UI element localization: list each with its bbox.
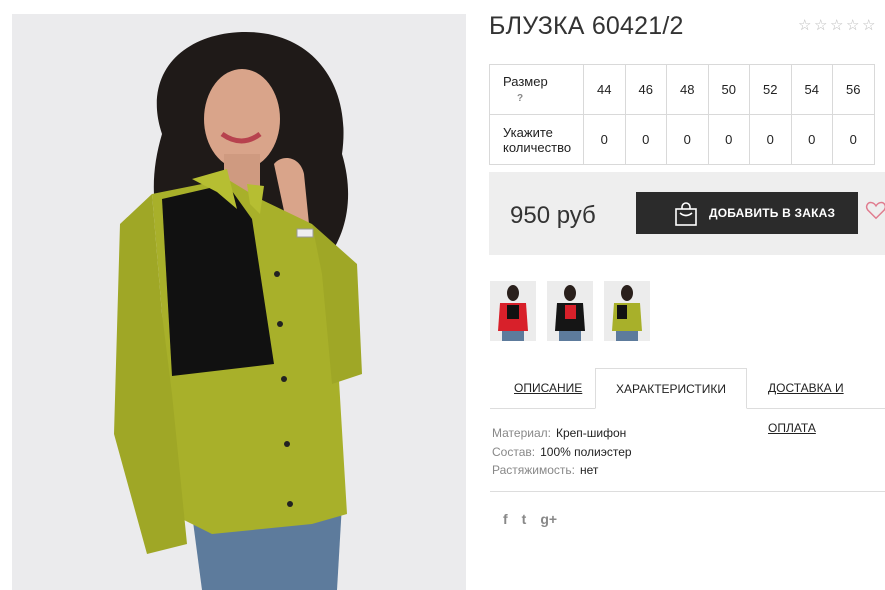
product-tabs: ОПИСАНИЕ ХАРАКТЕРИСТИКИ ДОСТАВКА И ОПЛАТ… bbox=[490, 368, 885, 435]
quantity-input[interactable]: 0 bbox=[790, 114, 833, 165]
quantity-label-cell: Укажите количество bbox=[489, 114, 584, 165]
rating-stars[interactable]: ☆ ☆ ☆ ☆ ☆ bbox=[797, 16, 877, 34]
social-share: f t g+ bbox=[503, 511, 557, 527]
size-row: Размер ? 44 46 48 50 52 54 56 bbox=[489, 64, 875, 115]
size-table: Размер ? 44 46 48 50 52 54 56 Укажите ко… bbox=[489, 64, 875, 165]
add-to-order-label: ДОБАВИТЬ В ЗАКАЗ bbox=[709, 206, 836, 220]
spec-material: Материал: Креп-шифон bbox=[492, 424, 632, 443]
spec-value: нет bbox=[580, 463, 599, 477]
color-thumbnails bbox=[490, 281, 650, 341]
size-value: 54 bbox=[790, 64, 833, 115]
tab-description[interactable]: ОПИСАНИЕ bbox=[514, 368, 582, 409]
thumbnail-olive[interactable] bbox=[604, 281, 650, 341]
product-title: БЛУЗКА 60421/2 bbox=[489, 12, 684, 40]
spec-value: 100% полиэстер bbox=[540, 444, 632, 459]
quantity-input[interactable]: 0 bbox=[707, 114, 750, 165]
quantity-input[interactable]: 0 bbox=[749, 114, 792, 165]
shopping-bag-icon bbox=[675, 202, 697, 226]
specifications: Материал: Креп-шифон Состав: 100% полиэсте… bbox=[492, 424, 632, 480]
spec-composition: Состав: 100% полиэстер bbox=[492, 443, 632, 462]
heart-icon[interactable] bbox=[865, 199, 885, 221]
add-to-order-button[interactable]: ДОБАВИТЬ В ЗАКАЗ bbox=[636, 192, 858, 234]
product-photo bbox=[12, 14, 466, 590]
quantity-input[interactable]: 0 bbox=[666, 114, 709, 165]
star-icon[interactable]: ☆ bbox=[797, 16, 813, 34]
quantity-input[interactable]: 0 bbox=[583, 114, 626, 165]
size-label: Размер bbox=[503, 73, 548, 89]
spec-key: Материал: bbox=[492, 426, 551, 440]
spec-key: Состав: bbox=[492, 444, 536, 459]
size-value: 52 bbox=[749, 64, 792, 115]
size-value: 48 bbox=[666, 64, 709, 115]
size-value: 50 bbox=[707, 64, 750, 115]
google-plus-icon[interactable]: g+ bbox=[540, 511, 557, 527]
quantity-input[interactable]: 0 bbox=[832, 114, 875, 165]
size-value: 46 bbox=[624, 64, 667, 115]
quantity-input[interactable]: 0 bbox=[624, 114, 667, 165]
size-help-icon[interactable]: ? bbox=[503, 91, 583, 106]
star-icon[interactable]: ☆ bbox=[861, 16, 877, 34]
star-icon[interactable]: ☆ bbox=[829, 16, 845, 34]
product-page: БЛУЗКА 60421/2 ☆ ☆ ☆ ☆ ☆ Размер ? 44 46 48 5… bbox=[0, 0, 885, 590]
quantity-label-line2: количество bbox=[503, 139, 572, 155]
spec-value: Креп-шифон bbox=[555, 426, 627, 440]
tab-delivery[interactable]: ДОСТАВКА И ОПЛАТА bbox=[768, 368, 885, 435]
tab-characteristics[interactable]: ХАРАКТЕРИСТИКИ bbox=[595, 368, 747, 409]
thumbnail-black[interactable] bbox=[547, 281, 593, 341]
quantity-label-line1: Укажите bbox=[503, 124, 553, 140]
thumbnail-red[interactable] bbox=[490, 281, 536, 341]
size-value: 44 bbox=[583, 64, 626, 115]
spec-key: Растяжимость: bbox=[492, 463, 576, 477]
star-icon[interactable]: ☆ bbox=[845, 16, 861, 34]
divider bbox=[490, 491, 885, 492]
spec-stretch: Растяжимость: нет bbox=[492, 461, 632, 480]
quantity-row: Укажите количество 0 0 0 0 0 0 0 bbox=[489, 114, 875, 165]
facebook-icon[interactable]: f bbox=[503, 511, 508, 527]
size-label-cell: Размер ? bbox=[489, 64, 584, 115]
size-value: 56 bbox=[832, 64, 875, 115]
price: 950 руб bbox=[510, 202, 596, 229]
star-icon[interactable]: ☆ bbox=[813, 16, 829, 34]
twitter-icon[interactable]: t bbox=[522, 511, 527, 527]
price-bar: 950 руб ДОБАВИТЬ В ЗАКАЗ bbox=[489, 172, 885, 255]
